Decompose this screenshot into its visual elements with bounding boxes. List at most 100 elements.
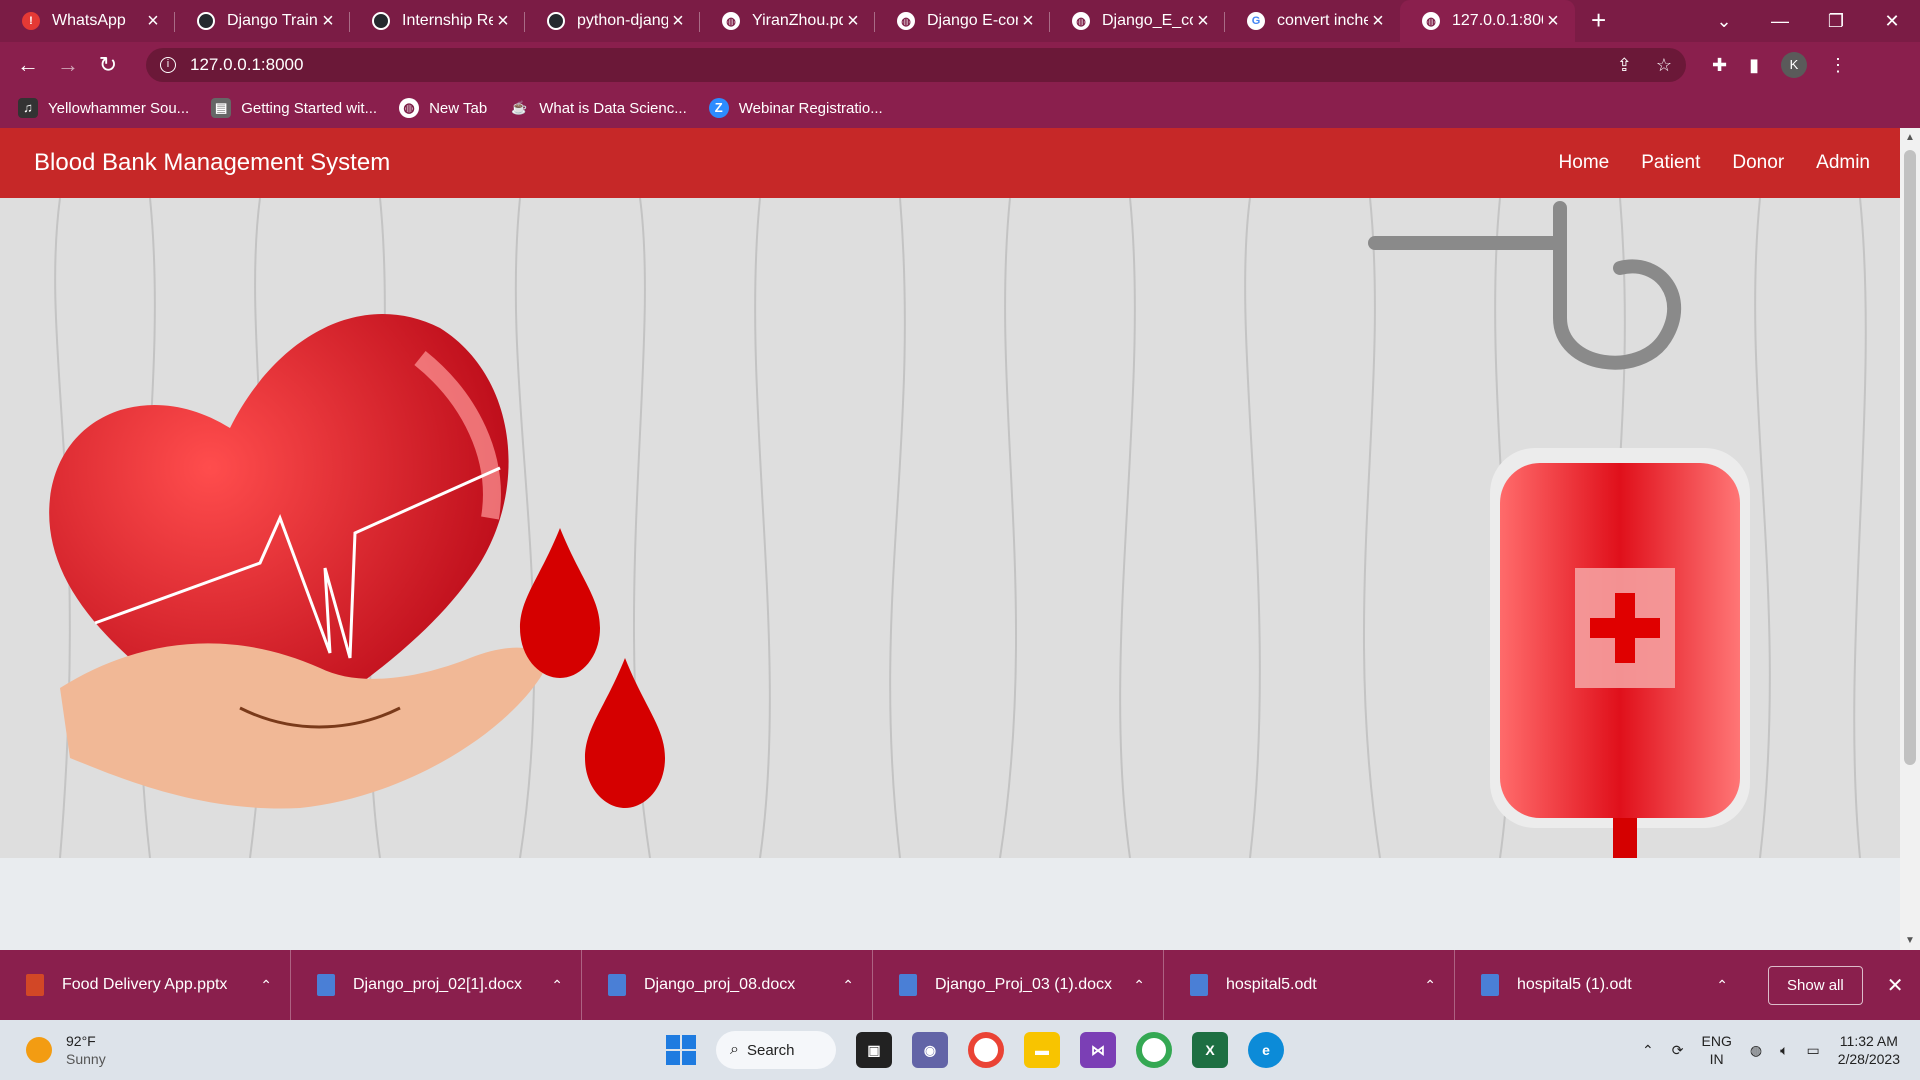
edge-icon[interactable]: e [1248, 1032, 1284, 1068]
side-panel-icon[interactable]: ▮ [1749, 55, 1759, 76]
weather-desc: Sunny [66, 1051, 106, 1067]
blood-bag-icon [1490, 448, 1750, 858]
site-nav: Home Patient Donor Admin [1559, 152, 1870, 174]
scroll-up-icon[interactable]: ▲ [1900, 132, 1920, 143]
close-icon[interactable]: × [1018, 11, 1038, 31]
download-item[interactable]: hospital5 (1).odt ⌃ [1455, 950, 1746, 1020]
task-view-icon[interactable]: ▣ [856, 1032, 892, 1068]
ytm-icon: ♫ [18, 98, 38, 118]
weather-widget[interactable]: 92°F Sunny [26, 1032, 666, 1068]
close-icon[interactable]: × [843, 11, 863, 31]
url-text[interactable]: 127.0.0.1:8000 [190, 55, 1617, 75]
scrollbar-thumb[interactable] [1904, 150, 1916, 765]
tab-title: WhatsApp [52, 12, 126, 29]
sync-icon[interactable]: ⟳ [1672, 1042, 1684, 1059]
site-brand[interactable]: Blood Bank Management System [34, 149, 1559, 177]
star-icon[interactable]: ☆ [1656, 55, 1672, 76]
download-item[interactable]: Food Delivery App.pptx ⌃ [0, 950, 291, 1020]
back-button[interactable]: ← [8, 52, 48, 78]
tab-internship-report[interactable]: Internship Rep× [350, 0, 525, 42]
excel-icon[interactable]: X [1192, 1032, 1228, 1068]
download-filename: Django_proj_08.docx [644, 976, 796, 993]
tab-yiranzhou-pdf[interactable]: ◍ YiranZhou.pdf × [700, 0, 875, 42]
chevron-up-icon[interactable]: ⌃ [1716, 977, 1728, 994]
github-icon [372, 12, 390, 30]
address-bar-row: ← → ↻ i 127.0.0.1:8000 ⇪ ☆ ✚ ▮ K ⋮ [0, 42, 1920, 88]
file-explorer-icon[interactable]: ▬ [1024, 1032, 1060, 1068]
close-window-button[interactable]: ✕ [1864, 11, 1920, 32]
minimize-button[interactable]: — [1752, 11, 1808, 32]
forward-button[interactable]: → [48, 52, 88, 78]
download-item[interactable]: Django_proj_02[1].docx ⌃ [291, 950, 582, 1020]
language-indicator[interactable]: ENG IN [1702, 1032, 1732, 1068]
chevron-up-icon[interactable]: ⌃ [842, 977, 854, 994]
volume-icon[interactable]: 🔈︎ [1780, 1042, 1788, 1059]
reload-button[interactable]: ↻ [88, 52, 128, 78]
teams-chat-icon[interactable]: ◉ [912, 1032, 948, 1068]
omnibox[interactable]: i 127.0.0.1:8000 ⇪ ☆ [146, 48, 1686, 82]
share-icon[interactable]: ⇪ [1617, 55, 1632, 76]
close-icon[interactable]: × [493, 11, 513, 31]
visual-studio-icon[interactable]: ⋈ [1080, 1032, 1116, 1068]
chevron-up-icon[interactable]: ⌃ [260, 977, 272, 994]
bookmark-label: Yellowhammer Sou... [48, 99, 190, 117]
chevron-up-icon[interactable]: ⌃ [1133, 977, 1145, 994]
menu-dots-icon[interactable]: ⋮ [1829, 55, 1847, 76]
nav-admin-link[interactable]: Admin [1816, 152, 1870, 174]
new-tab-button[interactable]: + [1591, 0, 1606, 42]
bookmark-getting-started[interactable]: ▤ Getting Started wit... [211, 98, 377, 118]
bookmark-new-tab[interactable]: ◍ New Tab [399, 98, 487, 118]
chrome-icon[interactable] [968, 1032, 1004, 1068]
scroll-down-icon[interactable]: ▼ [1900, 935, 1920, 946]
network-icon[interactable]: ◍ [1750, 1042, 1762, 1059]
close-icon[interactable]: × [1368, 11, 1388, 31]
extensions-icon[interactable]: ✚ [1712, 55, 1727, 76]
bookmark-data-science[interactable]: ☕ What is Data Scienc... [509, 98, 687, 118]
bookmarks-bar: ♫ Yellowhammer Sou... ▤ Getting Started wi… [0, 88, 1920, 128]
info-icon[interactable]: i [160, 57, 176, 73]
chevron-up-icon[interactable]: ⌃ [1642, 1042, 1654, 1059]
clock[interactable]: 11:32 AM 2/28/2023 [1838, 1032, 1900, 1068]
tab-whatsapp[interactable]: ! WhatsApp × [0, 0, 175, 42]
close-icon[interactable]: × [1193, 11, 1213, 31]
tab-django-ecom-1[interactable]: ◍ Django E-com× [875, 0, 1050, 42]
close-icon[interactable]: × [318, 11, 338, 31]
close-icon[interactable]: × [1543, 11, 1563, 31]
tab-localhost[interactable]: ◍ 127.0.0.1:8000× [1400, 0, 1575, 42]
show-all-button[interactable]: Show all [1768, 965, 1863, 1005]
tab-title: Django_E_com [1102, 12, 1193, 29]
chrome-profile-icon[interactable] [1136, 1032, 1172, 1068]
tab-title: convert inche [1277, 12, 1368, 29]
download-item[interactable]: hospital5.odt ⌃ [1164, 950, 1455, 1020]
nav-donor-link[interactable]: Donor [1732, 152, 1784, 174]
hero-banner [0, 198, 1900, 858]
download-filename: Food Delivery App.pptx [62, 976, 228, 993]
bookmark-webinar[interactable]: Z Webinar Registratio... [708, 98, 883, 118]
tab-title: YiranZhou.pdf [752, 12, 843, 29]
chevron-up-icon[interactable]: ⌃ [1424, 977, 1436, 994]
avatar[interactable]: K [1781, 52, 1807, 78]
windows-start-icon[interactable] [666, 1035, 696, 1065]
whatsapp-icon: ! [22, 12, 40, 30]
nav-patient-link[interactable]: Patient [1641, 152, 1700, 174]
tab-django-ecom-2[interactable]: ◍ Django_E_com× [1050, 0, 1225, 42]
restore-button[interactable]: ❐ [1808, 11, 1864, 32]
bookmark-yellowhammer[interactable]: ♫ Yellowhammer Sou... [18, 98, 189, 118]
close-icon[interactable]: × [143, 11, 163, 31]
bookmark-label: Getting Started wit... [241, 99, 378, 117]
close-icon[interactable]: × [668, 11, 688, 31]
taskbar-search[interactable]: ⌕ Search [716, 1031, 836, 1069]
nav-home-link[interactable]: Home [1559, 152, 1610, 174]
download-item[interactable]: Django_proj_08.docx ⌃ [582, 950, 873, 1020]
tab-search-chevron-icon[interactable]: ⌄ [1696, 11, 1752, 32]
tab-django-training[interactable]: Django Trainin× [175, 0, 350, 42]
chevron-up-icon[interactable]: ⌃ [551, 977, 563, 994]
tab-convert-inches[interactable]: Gconvert inche × [1225, 0, 1400, 42]
tab-python-django[interactable]: python-djang × [525, 0, 700, 42]
page-scrollbar[interactable]: ▲ ▼ [1900, 128, 1920, 950]
download-item[interactable]: Django_Proj_03 (1).docx ⌃ [873, 950, 1164, 1020]
clock-time: 11:32 AM [1839, 1033, 1898, 1049]
google-icon: G [1247, 12, 1265, 30]
close-icon[interactable]: ✕ [1887, 973, 1904, 998]
battery-icon[interactable]: ▭ [1806, 1042, 1819, 1059]
